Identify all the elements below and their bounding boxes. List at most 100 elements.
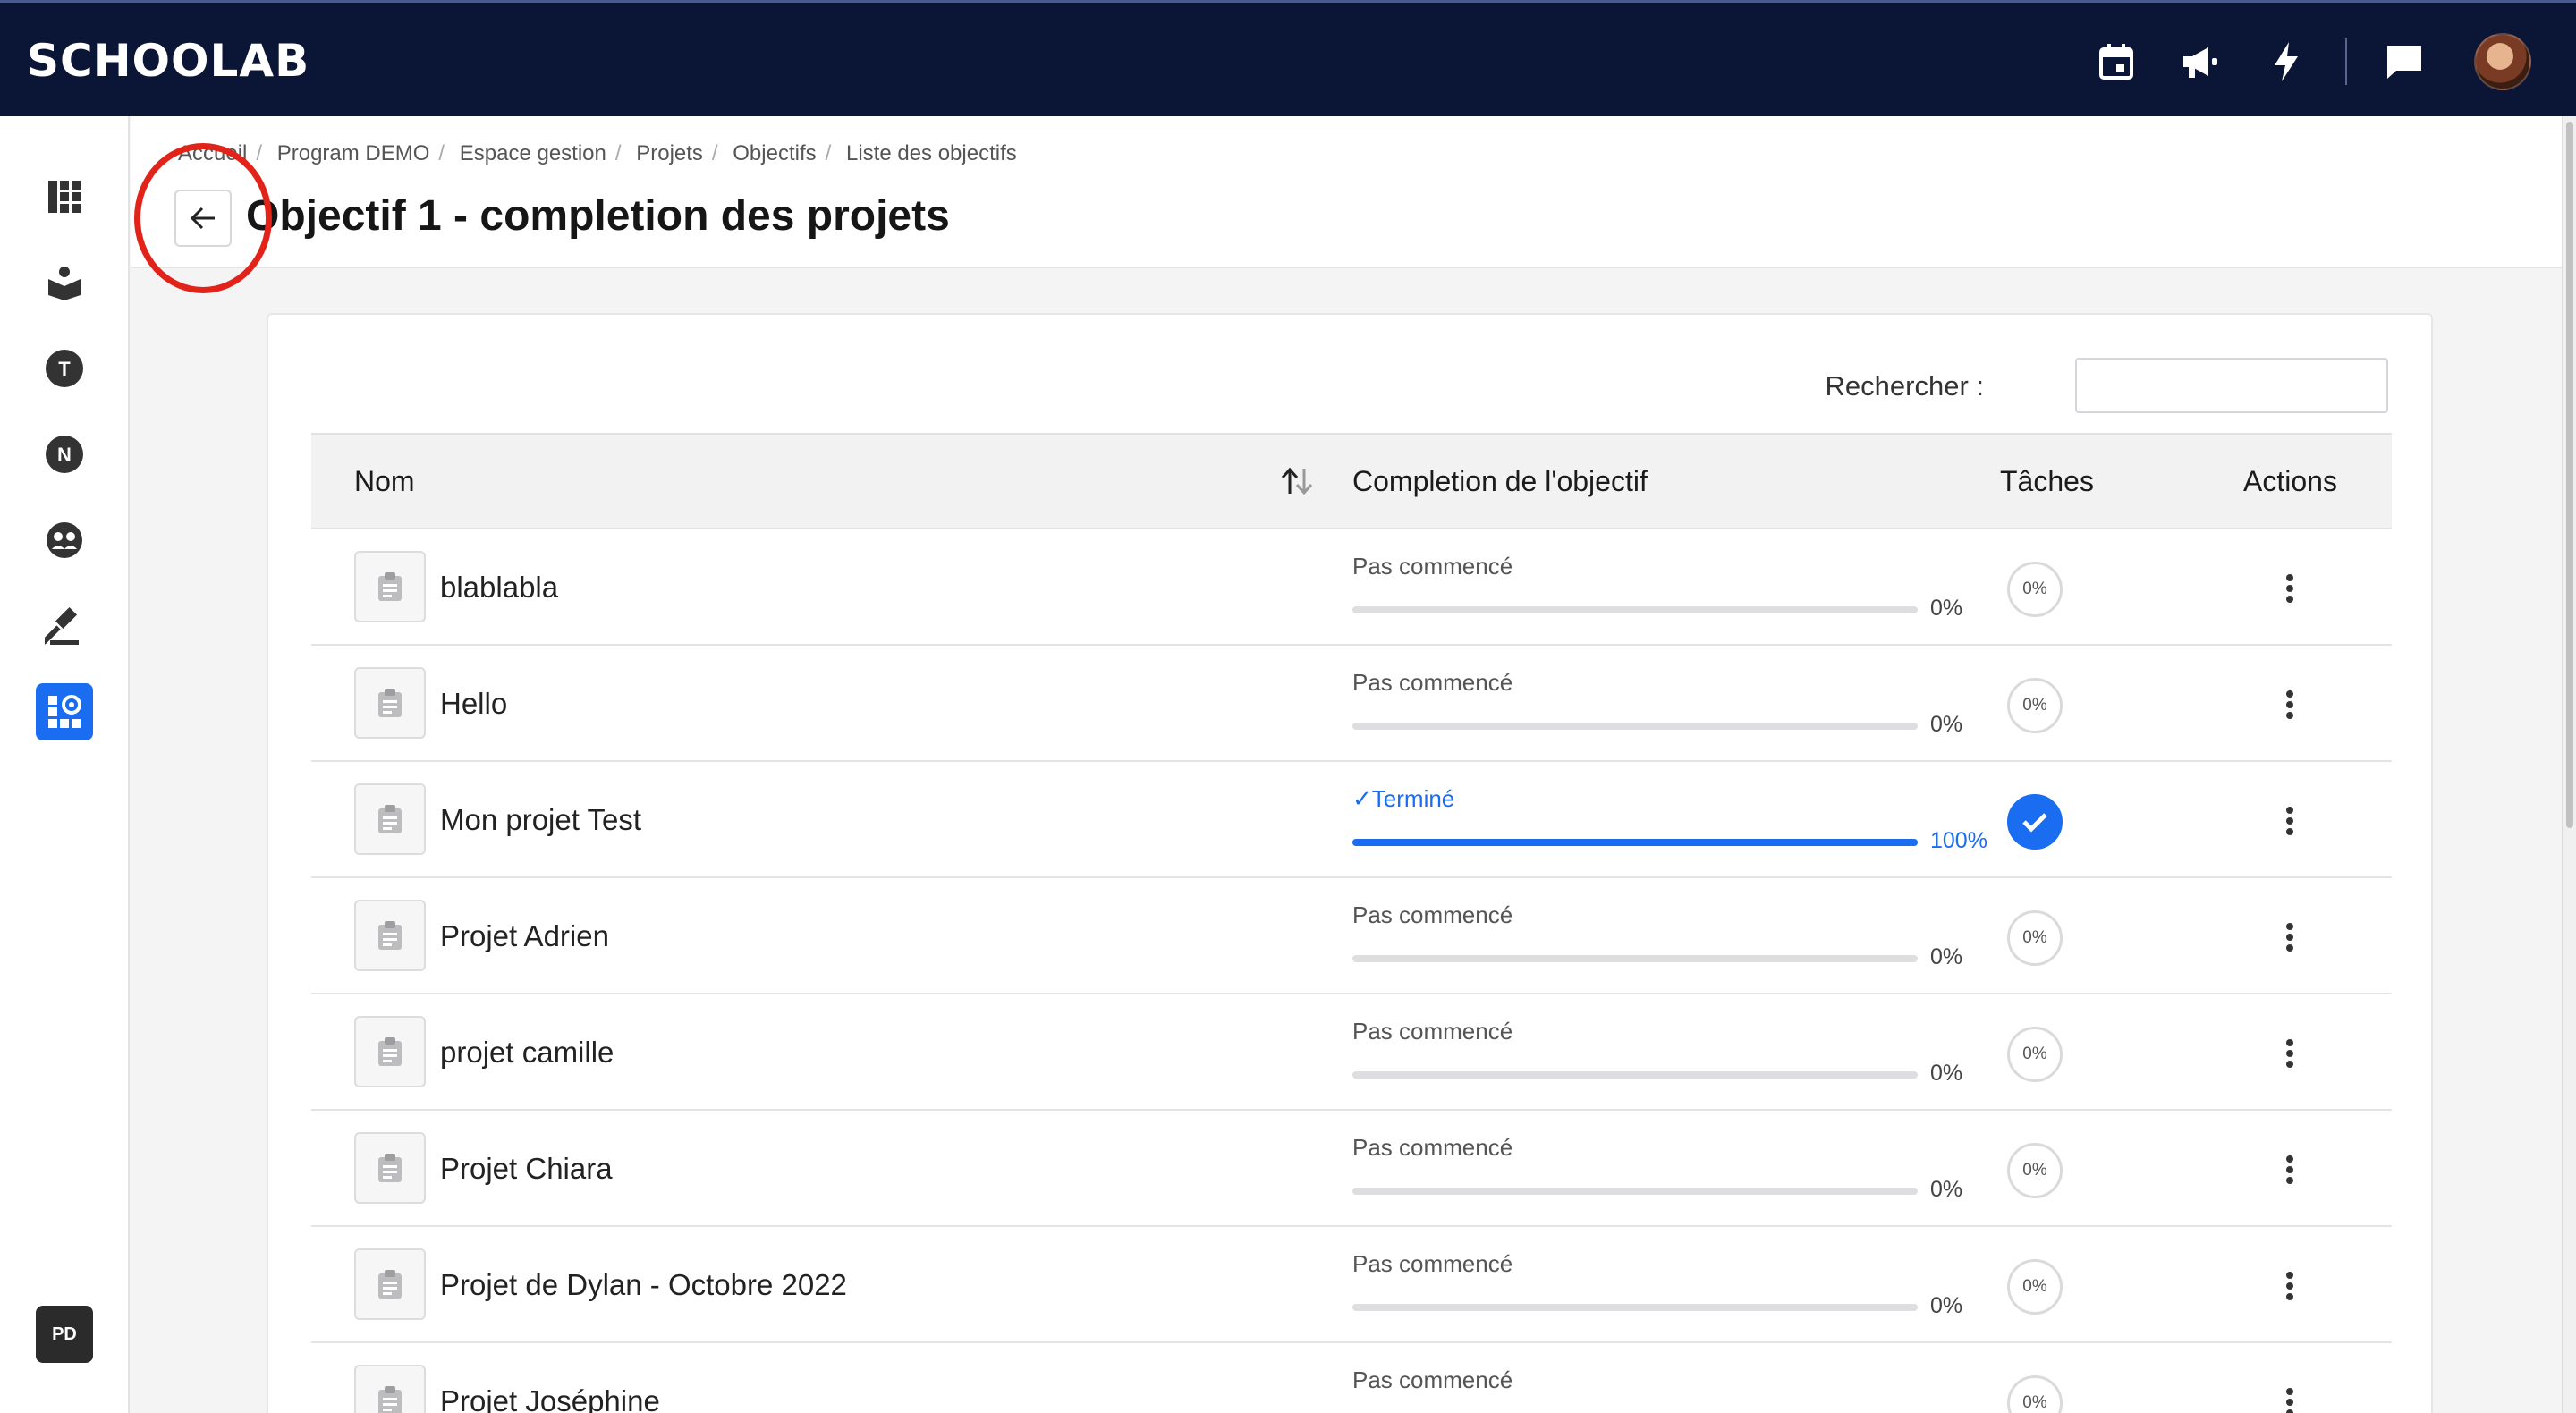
breadcrumb-item[interactable]: Liste des objectifs (846, 141, 1017, 165)
chat-icon[interactable] (2379, 37, 2429, 87)
breadcrumb-item[interactable]: Espace gestion (460, 141, 606, 165)
completion-status: Pas commencé (1352, 669, 1513, 697)
more-actions-button[interactable] (2272, 685, 2308, 724)
project-name[interactable]: blablabla (440, 571, 558, 605)
community-icon[interactable] (36, 512, 93, 569)
more-vertical-icon (2286, 574, 2293, 603)
lightning-icon[interactable] (2261, 37, 2311, 87)
table-row[interactable]: blablabla Pas commencé 0% 0% (311, 529, 2392, 646)
tasks-percent: 0% (2022, 928, 2047, 947)
progress-fill (1352, 839, 1918, 846)
completion-status: Pas commencé (1352, 1134, 1513, 1162)
table-row[interactable]: Projet Chiara Pas commencé 0% 0% (311, 1111, 2392, 1227)
completion-status-label: Pas commencé (1352, 1134, 1513, 1161)
more-actions-button[interactable] (2272, 569, 2308, 608)
tasks-badge[interactable]: 0% (2007, 1027, 2063, 1082)
page-header: Accueil / Program DEMO / Espace gestion / P… (131, 116, 2562, 268)
progress-bar (1352, 839, 1918, 846)
table-row[interactable]: Mon projet Test ✓Terminé 100% (311, 762, 2392, 878)
column-header-actions: Actions (2243, 465, 2337, 497)
project-name[interactable]: Hello (440, 687, 507, 721)
clipboard-icon (354, 1248, 426, 1320)
tasks-badge[interactable]: 0% (2007, 1375, 2063, 1413)
completion-status: Pas commencé (1352, 553, 1513, 580)
completion-status-label: Pas commencé (1352, 553, 1513, 580)
tasks-percent: 0% (2022, 1045, 2047, 1063)
breadcrumb-item[interactable]: Objectifs (733, 141, 816, 165)
settings-grid-icon[interactable] (36, 683, 93, 740)
column-header-name[interactable]: Nom (354, 465, 415, 498)
sidebar-item-n[interactable]: N (36, 426, 93, 483)
breadcrumb: Accueil / Program DEMO / Espace gestion / P… (178, 141, 1017, 165)
scroll-thumb[interactable] (2566, 122, 2573, 828)
tasks-percent: 0% (2022, 1277, 2047, 1296)
more-vertical-icon (2286, 923, 2293, 952)
projects-table: Nom Completion de l'objectif Tâches Acti… (311, 433, 2392, 1413)
schoolab-logo[interactable]: SCHOOLAB (27, 35, 309, 87)
progress-bar (1352, 1188, 1918, 1195)
completion-status-label: Pas commencé (1352, 1366, 1513, 1393)
tools-icon[interactable] (36, 597, 93, 655)
sidebar: T N PD (0, 116, 130, 1413)
calendar-icon[interactable] (2091, 37, 2141, 87)
tasks-percent: 0% (2022, 696, 2047, 715)
more-actions-button[interactable] (2272, 918, 2308, 957)
completion-status: Pas commencé (1352, 1250, 1513, 1278)
completion-status: Pas commencé (1352, 1366, 1513, 1394)
tasks-badge[interactable]: 0% (2007, 1259, 2063, 1315)
tasks-percent: 0% (2022, 580, 2047, 598)
search-label: Rechercher : (1825, 370, 1984, 402)
progress-percent: 0% (1930, 1293, 1963, 1318)
table-row[interactable]: Projet de Dylan - Octobre 2022 Pas comme… (311, 1227, 2392, 1343)
tasks-badge[interactable] (2007, 794, 2063, 850)
megaphone-icon[interactable] (2175, 37, 2225, 87)
table-row[interactable]: Projet Joséphine Pas commencé 0% 0% (311, 1343, 2392, 1413)
more-actions-button[interactable] (2272, 1266, 2308, 1306)
project-name[interactable]: Projet Joséphine (440, 1384, 660, 1413)
progress-percent: 100% (1930, 828, 1987, 853)
dashboard-icon[interactable] (36, 168, 93, 225)
table-row[interactable]: projet camille Pas commencé 0% 0% (311, 994, 2392, 1111)
clipboard-icon (354, 1365, 426, 1413)
scrollbar[interactable] (2562, 116, 2576, 1413)
completion-status-label: Pas commencé (1352, 1018, 1513, 1045)
progress-percent: 0% (1930, 596, 1963, 621)
more-actions-button[interactable] (2272, 1383, 2308, 1413)
tasks-badge[interactable]: 0% (2007, 910, 2063, 966)
user-avatar[interactable] (2474, 33, 2531, 90)
user-initials-badge[interactable]: PD (36, 1306, 93, 1363)
project-name[interactable]: Mon projet Test (440, 803, 641, 837)
tasks-percent: 0% (2022, 1393, 2047, 1412)
more-actions-button[interactable] (2272, 801, 2308, 841)
project-name[interactable]: Projet Chiara (440, 1152, 613, 1186)
more-vertical-icon (2286, 1039, 2293, 1068)
top-bar: SCHOOLAB (0, 0, 2576, 116)
tasks-badge[interactable]: 0% (2007, 678, 2063, 733)
table-row[interactable]: Hello Pas commencé 0% 0% (311, 646, 2392, 762)
breadcrumb-item[interactable]: Program DEMO (277, 141, 430, 165)
sort-icon[interactable] (1279, 467, 1315, 495)
learning-icon[interactable] (36, 254, 93, 311)
search-input[interactable] (2075, 358, 2388, 413)
project-name[interactable]: Projet de Dylan - Octobre 2022 (440, 1268, 847, 1302)
objectives-card: Rechercher : Nom Completion de l'objecti… (267, 313, 2433, 1413)
clipboard-icon (354, 551, 426, 622)
check-icon: ✓ (1352, 785, 1372, 812)
tasks-badge[interactable]: 0% (2007, 1143, 2063, 1198)
sidebar-item-t[interactable]: T (36, 340, 93, 397)
more-actions-button[interactable] (2272, 1150, 2308, 1189)
table-row[interactable]: Projet Adrien Pas commencé 0% 0% (311, 878, 2392, 994)
progress-percent: 0% (1930, 1061, 1963, 1086)
progress-percent: 0% (1930, 1177, 1963, 1202)
tasks-badge[interactable]: 0% (2007, 562, 2063, 617)
breadcrumb-item[interactable]: Projets (636, 141, 703, 165)
page-title: Objectif 1 - completion des projets (246, 192, 950, 240)
more-actions-button[interactable] (2272, 1034, 2308, 1073)
project-name[interactable]: projet camille (440, 1036, 614, 1070)
clipboard-icon (354, 1016, 426, 1087)
completion-status-label: Pas commencé (1352, 901, 1513, 928)
column-header-tasks[interactable]: Tâches (2000, 465, 2094, 498)
project-name[interactable]: Projet Adrien (440, 919, 609, 953)
column-header-completion[interactable]: Completion de l'objectif (1352, 465, 1648, 498)
completion-status-label: Pas commencé (1352, 1250, 1513, 1277)
